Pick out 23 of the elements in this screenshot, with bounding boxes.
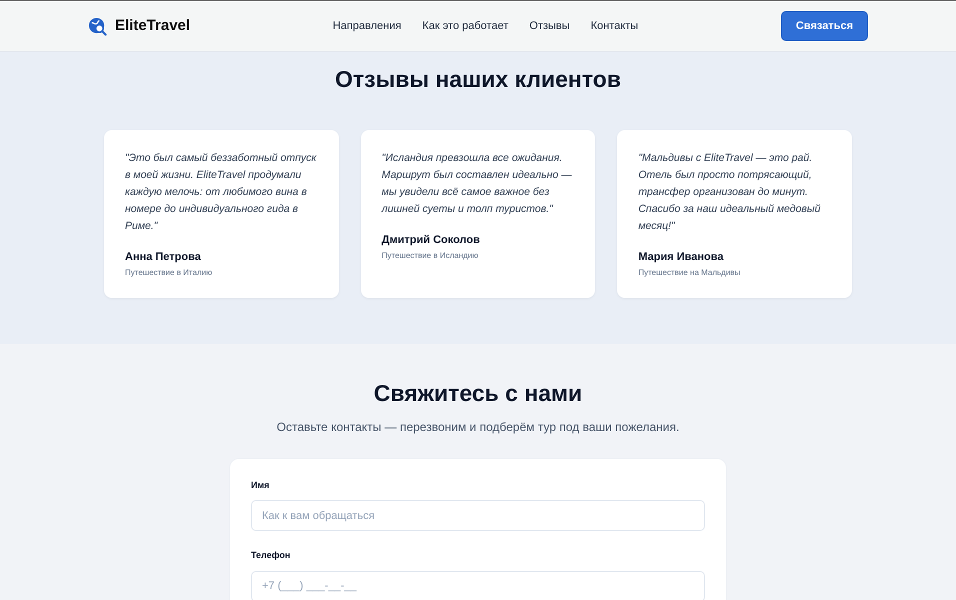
reviewer-name: Анна Петрова xyxy=(125,250,202,265)
brand-name[interactable]: EliteTravel xyxy=(115,14,190,38)
section-subtitle: Оставьте контакты — перезвоним и подберём тур под ваши пожелания. xyxy=(276,418,680,436)
contact-button[interactable]: Связаться xyxy=(780,10,868,42)
testimonial-quote: "Это был самый беззаботный отпуск в моей жизни. EliteTravel продумали каждую мелочь: от любимого вина в номере до индивидуального гида в Риме." xyxy=(125,150,318,234)
trip-caption: Путешествие на Мальдивы xyxy=(638,267,742,280)
input-field[interactable]: +7 (___) ___-__-__ xyxy=(251,570,705,600)
nav-link[interactable]: Контакты xyxy=(590,18,638,34)
trip-caption: Путешествие в Италию xyxy=(125,267,214,280)
testimonial-quote: "Исландия превзошла все ожидания. Маршрут был составлен идеально — мы увидели всё самое важное без лишней суеты и толп туристов." xyxy=(382,150,573,217)
reviewer-name: Мария Иванова xyxy=(638,250,724,265)
nav-link[interactable]: Направления xyxy=(332,18,402,34)
nav-link[interactable]: Отзывы xyxy=(529,18,570,34)
globe-search-icon xyxy=(88,16,107,36)
section-title: Свяжитесь с нами xyxy=(372,380,584,408)
trip-caption: Путешествие в Исландию xyxy=(382,250,480,262)
testimonial-quote: "Мальдивы с EliteTravel — это рай. Отель был просто потрясающий, трансфер организован до минут. Спасибо за наш идеальный медовый месяц!" xyxy=(638,150,822,234)
nav-link[interactable]: Как это работает xyxy=(422,18,508,34)
input-field[interactable]: Как к вам обращаться xyxy=(251,500,705,532)
field-label: Телефон xyxy=(251,549,292,562)
section-title: Отзывы наших клиентов xyxy=(334,66,622,94)
reviewer-name: Дмитрий Соколов xyxy=(382,232,481,248)
field-label: Имя xyxy=(251,478,270,492)
